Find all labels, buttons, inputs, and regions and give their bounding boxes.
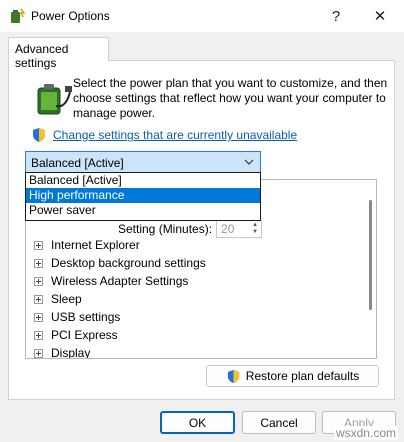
cancel-button[interactable]: Cancel xyxy=(242,411,316,434)
power-options-icon xyxy=(11,8,26,23)
uac-shield-icon xyxy=(227,369,239,383)
tree-item-internet-explorer[interactable]: Internet Explorer xyxy=(34,236,140,254)
expand-icon[interactable] xyxy=(34,330,43,340)
tree-item-label: Sleep xyxy=(51,292,82,306)
tree-item-desktop-background[interactable]: Desktop background settings xyxy=(34,254,206,272)
advanced-settings-panel: Select the power plan that you want to c… xyxy=(8,60,395,400)
setting-minutes-value: 20 xyxy=(221,222,235,236)
expand-icon[interactable] xyxy=(34,240,43,250)
tree-scrollbar-thumb[interactable] xyxy=(369,200,372,310)
tree-item-label: Display xyxy=(51,346,91,359)
setting-minutes-label: Setting (Minutes): xyxy=(118,222,213,236)
title-bar: Power Options ? ✕ xyxy=(0,0,404,32)
tree-item-sleep[interactable]: Sleep xyxy=(34,290,82,308)
tree-item-usb-settings[interactable]: USB settings xyxy=(34,308,120,326)
help-button[interactable]: ? xyxy=(314,0,358,32)
dropdown-option-power-saver[interactable]: Power saver xyxy=(26,203,260,218)
plan-description: Select the power plan that you want to c… xyxy=(73,76,388,120)
expand-icon[interactable] xyxy=(34,294,43,304)
tree-item-display[interactable]: Display xyxy=(34,344,91,359)
dropdown-option-high-performance[interactable]: High performance xyxy=(26,188,260,203)
restore-plan-defaults-button[interactable]: Restore plan defaults xyxy=(206,365,379,387)
spin-down-icon[interactable]: ▼ xyxy=(252,229,258,236)
expand-icon[interactable] xyxy=(34,276,43,286)
power-plan-selected: Balanced [Active] xyxy=(31,156,124,170)
dropdown-option-balanced[interactable]: Balanced [Active] xyxy=(26,173,260,188)
battery-plug-icon xyxy=(37,84,72,115)
tree-item-label: Internet Explorer xyxy=(51,238,140,252)
restore-button-label: Restore plan defaults xyxy=(245,369,360,383)
tree-item-wireless-adapter[interactable]: Wireless Adapter Settings xyxy=(34,272,188,290)
chevron-down-icon xyxy=(244,159,254,165)
uac-shield-icon xyxy=(33,128,45,142)
expand-icon[interactable] xyxy=(34,312,43,322)
power-plan-dropdown-list[interactable]: Balanced [Active] High performance Power… xyxy=(25,172,261,221)
tree-item-label: PCI Express xyxy=(51,328,118,342)
tree-item-label: USB settings xyxy=(51,310,121,324)
stepper-arrows[interactable]: ▲ ▼ xyxy=(249,221,261,237)
ok-button[interactable]: OK xyxy=(160,411,235,434)
change-settings-link[interactable]: Change settings that are currently unava… xyxy=(53,128,297,142)
tab-advanced-settings[interactable]: Advanced settings xyxy=(8,37,109,70)
tree-item-pci-express[interactable]: PCI Express xyxy=(34,326,118,344)
power-plan-select[interactable]: Balanced [Active] xyxy=(25,151,261,173)
tree-item-label: Wireless Adapter Settings xyxy=(51,274,189,288)
tree-item-label: Desktop background settings xyxy=(51,256,206,270)
watermark: wsxdn.com xyxy=(333,426,398,440)
spin-up-icon[interactable]: ▲ xyxy=(252,222,258,229)
setting-minutes-stepper[interactable]: 20 ▲ ▼ xyxy=(216,220,263,238)
window-title: Power Options xyxy=(31,9,110,23)
expand-icon[interactable] xyxy=(34,348,43,358)
expand-icon[interactable] xyxy=(34,258,43,268)
close-button[interactable]: ✕ xyxy=(358,0,402,32)
